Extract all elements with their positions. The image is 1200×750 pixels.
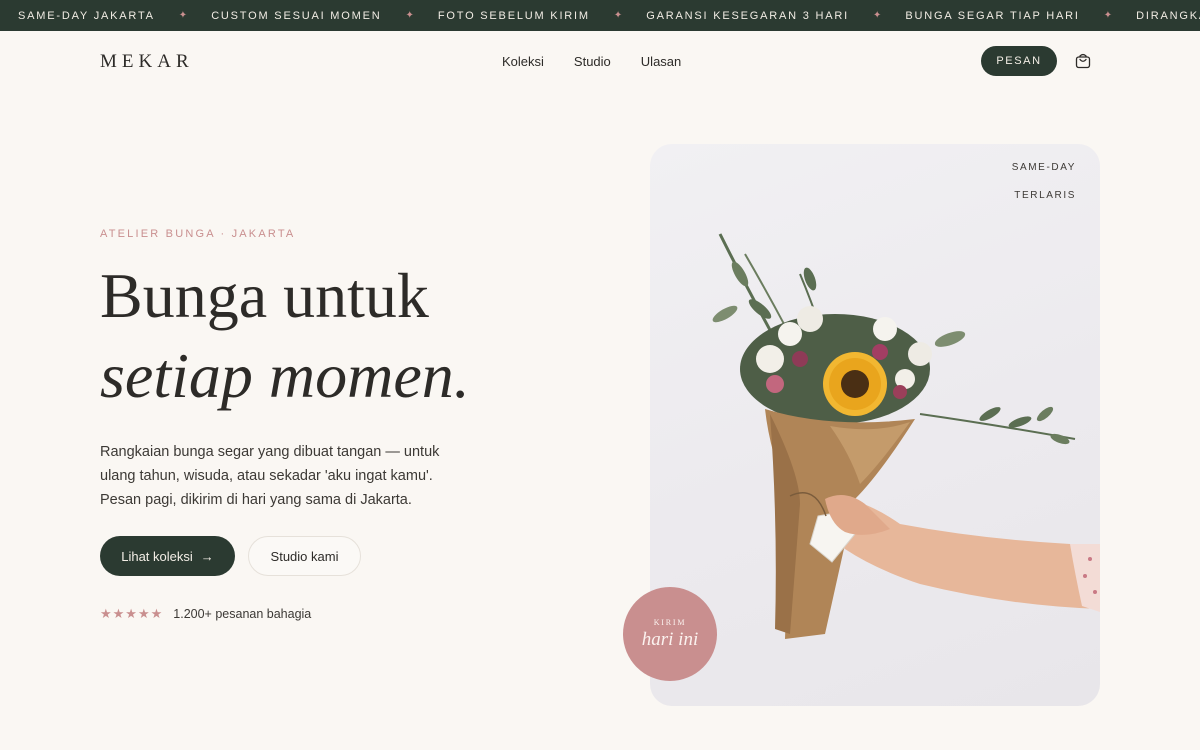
hero-title-line1: Bunga untuk xyxy=(100,260,429,331)
bestseller-tag: TERLARIS xyxy=(1014,190,1076,201)
marquee-text: CUSTOM SESUAI MOMEN xyxy=(211,9,382,22)
brand-logo[interactable]: MEKAR xyxy=(100,51,194,73)
sparkle-icon: ✦ xyxy=(1103,10,1113,21)
marquee-text: DIRANGKAI TAN xyxy=(1136,9,1200,22)
marquee-text: SAME-DAY JAKARTA xyxy=(18,9,155,22)
marquee-item: DIRANGKAI TAN xyxy=(1136,10,1200,22)
hero-image-card: SAME-DAY TERLARIS xyxy=(650,144,1100,706)
nav-link-studio[interactable]: Studio xyxy=(574,54,611,69)
sparkle-icon: ✦ xyxy=(405,10,414,21)
same-day-tag: SAME-DAY xyxy=(1011,162,1076,173)
bouquet-illustration xyxy=(712,233,1100,639)
hero-title: Bunga untuk setiap momen. xyxy=(100,256,470,416)
order-button[interactable]: PESAN xyxy=(981,46,1057,76)
main-nav: Koleksi Studio Ulasan xyxy=(502,54,681,69)
sunflower xyxy=(823,352,887,416)
cart-button[interactable] xyxy=(1074,52,1092,70)
marquee-item: GARANSI KESEGARAN 3 HARI ✦ xyxy=(646,10,905,22)
hero-title-line2: setiap momen. xyxy=(100,340,470,411)
marquee-item: CUSTOM SESUAI MOMEN ✦ xyxy=(211,10,438,22)
shopping-bag-icon xyxy=(1075,53,1091,69)
nav-link-koleksi[interactable]: Koleksi xyxy=(502,54,544,69)
sparkle-icon: ✦ xyxy=(873,10,882,21)
star-rating-icon: ★★★★★ xyxy=(100,606,164,621)
view-collection-label: Lihat koleksi xyxy=(121,548,193,564)
arrow-right-icon: → xyxy=(200,548,214,564)
rating-row: ★★★★★ 1.200+ pesanan bahagia xyxy=(100,606,311,622)
marquee-track: SAME-DAY JAKARTA ✦ CUSTOM SESUAI MOMEN ✦ F… xyxy=(18,0,1200,31)
sparkle-icon: ✦ xyxy=(178,10,188,21)
marquee-item: SAME-DAY JAKARTA ✦ xyxy=(18,10,211,22)
view-collection-button[interactable]: Lihat koleksi → xyxy=(100,536,235,576)
studio-button[interactable]: Studio kami xyxy=(248,536,361,576)
nav-link-ulasan[interactable]: Ulasan xyxy=(641,54,681,69)
marquee-item: FOTO SEBELUM KIRIM ✦ xyxy=(438,10,646,22)
hero-description: Rangkaian bunga segar yang dibuat tangan… xyxy=(100,444,440,508)
marquee-text: GARANSI KESEGARAN 3 HARI xyxy=(646,9,850,22)
badge-kicker: KIRIM xyxy=(653,617,687,627)
announcement-marquee: SAME-DAY JAKARTA ✦ CUSTOM SESUAI MOMEN ✦ F… xyxy=(0,0,1200,31)
badge-text: hari ini xyxy=(641,628,699,650)
sparkle-icon: ✦ xyxy=(613,10,623,21)
hero-eyebrow: ATELIER BUNGA · JAKARTA xyxy=(100,228,296,240)
deliver-today-badge: KIRIM hari ini xyxy=(623,587,717,681)
marquee-text: BUNGA SEGAR TIAP HARI xyxy=(905,9,1080,22)
marquee-item: BUNGA SEGAR TIAP HARI ✦ xyxy=(905,10,1136,22)
marquee-text: FOTO SEBELUM KIRIM xyxy=(437,9,590,22)
rating-text: 1.200+ pesanan bahagia xyxy=(173,607,312,621)
